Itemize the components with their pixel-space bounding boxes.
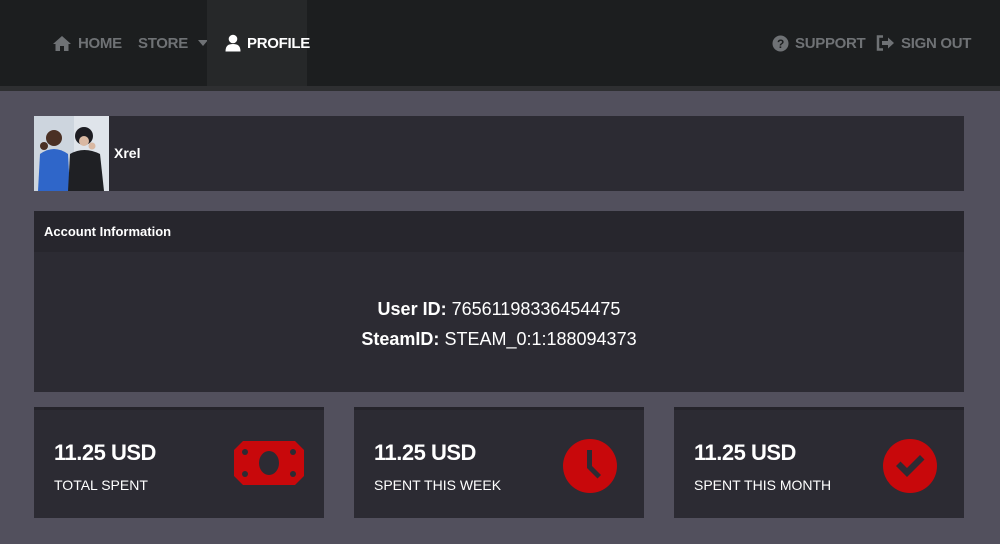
steam-id-line: SteamID: STEAM_0:1:188094373 — [34, 324, 964, 354]
stat-label: SPENT THIS MONTH — [694, 477, 832, 493]
nav-signout[interactable]: SIGN OUT — [876, 0, 971, 86]
svg-text:?: ? — [777, 37, 784, 51]
nav-store-dropdown[interactable]: STORE — [138, 0, 208, 86]
stat-card-total-spent: 11.25 USD TOTAL SPENT — [34, 407, 324, 518]
sign-out-icon — [876, 35, 895, 51]
profile-header: Xrel — [34, 116, 964, 191]
stat-label: SPENT THIS WEEK — [374, 477, 502, 493]
stat-amount: 11.25 USD — [54, 440, 156, 465]
top-navbar: HOME STORE PROFILE ? SUPPORT SIGN OUT — [0, 0, 1000, 91]
stat-card-spent-this-month: 11.25 USD SPENT THIS MONTH — [674, 407, 964, 518]
stat-card-spent-this-week: 11.25 USD SPENT THIS WEEK — [354, 407, 644, 518]
home-icon — [52, 35, 72, 52]
user-id-value: 76561198336454475 — [451, 299, 621, 319]
nav-support[interactable]: ? SUPPORT — [772, 0, 866, 86]
account-information-body: User ID: 76561198336454475 SteamID: STEA… — [34, 252, 964, 392]
nav-support-label: SUPPORT — [795, 34, 866, 52]
question-circle-icon: ? — [772, 35, 789, 52]
stat-label: TOTAL SPENT — [54, 477, 148, 493]
user-id-line: User ID: 76561198336454475 — [34, 294, 964, 324]
nav-store-label: STORE — [138, 34, 188, 52]
nav-home-label: HOME — [78, 34, 122, 52]
stat-amount: 11.25 USD — [374, 440, 476, 465]
clock-icon — [562, 438, 618, 499]
nav-home[interactable]: HOME — [52, 0, 122, 86]
stat-amount: 11.25 USD — [694, 440, 796, 465]
money-bill-icon — [234, 441, 304, 490]
user-icon — [225, 34, 241, 52]
nav-profile-label: PROFILE — [247, 34, 310, 52]
account-information-heading: Account Information — [34, 211, 964, 252]
steam-id-label: SteamID: — [361, 329, 440, 349]
avatar[interactable] — [34, 116, 109, 191]
steam-id-value: STEAM_0:1:188094373 — [444, 329, 637, 349]
check-circle-icon — [882, 438, 938, 499]
nav-profile[interactable]: PROFILE — [207, 0, 310, 86]
nav-signout-label: SIGN OUT — [901, 34, 972, 52]
user-id-label: User ID: — [377, 299, 447, 319]
account-information-panel: Account Information User ID: 76561198336… — [34, 211, 964, 392]
username: Xrel — [114, 145, 141, 161]
